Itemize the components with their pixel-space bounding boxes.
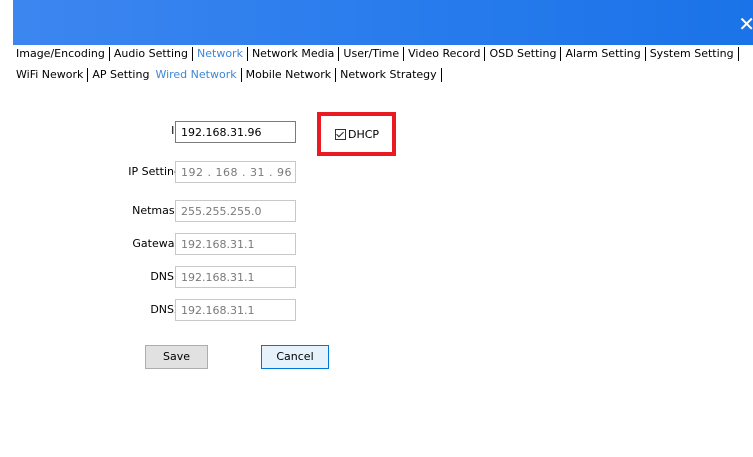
tab-image-encoding[interactable]: Image/Encoding (13, 46, 108, 61)
dns1-label: DNS1 (150, 270, 181, 283)
tab-separator (192, 47, 194, 61)
window-titlebar: ✕ (13, 0, 753, 45)
ip-input[interactable]: 192.168.31.96 (175, 121, 296, 143)
gateway-input[interactable]: 192.168.31.1 (175, 233, 296, 255)
tab-audio-setting[interactable]: Audio Setting (111, 46, 191, 61)
save-button[interactable]: Save (145, 345, 208, 369)
tab-separator (440, 68, 442, 82)
dns1-input[interactable]: 192.168.31.1 (175, 266, 296, 288)
tab-video-record[interactable]: Video Record (405, 46, 483, 61)
gateway-label: Gateway (132, 237, 181, 250)
tab-separator (484, 47, 486, 61)
dns2-input[interactable]: 192.168.31.1 (175, 299, 296, 321)
ip-setting-label: IP Setting (128, 165, 181, 178)
close-icon[interactable]: ✕ (738, 14, 753, 34)
tab-separator (560, 47, 562, 61)
tab-separator (403, 47, 405, 61)
tab-separator (246, 47, 248, 61)
tab-separator (335, 68, 337, 82)
tab-wifi-network[interactable]: WiFi Nework (13, 67, 86, 82)
sub-tab-bar: WiFi Nework AP Setting Wired Network Mob… (13, 66, 443, 82)
main-tab-bar: Image/Encoding Audio Setting Network Net… (13, 45, 740, 61)
tab-wired-network[interactable]: Wired Network (152, 67, 239, 82)
network-settings-dialog: Image/Encoding Audio Setting Network Net… (13, 45, 753, 457)
tab-network-media[interactable]: Network Media (249, 46, 337, 61)
checkbox-checked-icon[interactable] (335, 128, 346, 140)
tab-separator (87, 68, 89, 82)
tab-system-setting[interactable]: System Setting (647, 46, 737, 61)
ip-setting-input[interactable]: 192 . 168 . 31 . 96 (175, 161, 296, 183)
tab-osd-setting[interactable]: OSD Setting (486, 46, 559, 61)
tab-ap-setting[interactable]: AP Setting (89, 67, 152, 82)
tab-separator (644, 47, 646, 61)
tab-user-time[interactable]: User/Time (340, 46, 402, 61)
tab-alarm-setting[interactable]: Alarm Setting (562, 46, 643, 61)
netmask-input[interactable]: 255.255.255.0 (175, 200, 296, 222)
cancel-button[interactable]: Cancel (261, 345, 329, 369)
dhcp-label: DHCP (348, 127, 380, 141)
tab-separator (737, 47, 739, 61)
tab-separator (240, 68, 242, 82)
dhcp-checkbox[interactable]: DHCP (335, 127, 379, 141)
netmask-label: Netmask (132, 204, 181, 217)
tab-network[interactable]: Network (194, 46, 246, 61)
tab-separator (108, 47, 110, 61)
tab-separator (338, 47, 340, 61)
ip-label: IP (11, 119, 181, 143)
tab-network-strategy[interactable]: Network Strategy (337, 67, 440, 82)
tab-mobile-network[interactable]: Mobile Network (243, 67, 335, 82)
dns2-label: DNS2 (150, 303, 181, 316)
